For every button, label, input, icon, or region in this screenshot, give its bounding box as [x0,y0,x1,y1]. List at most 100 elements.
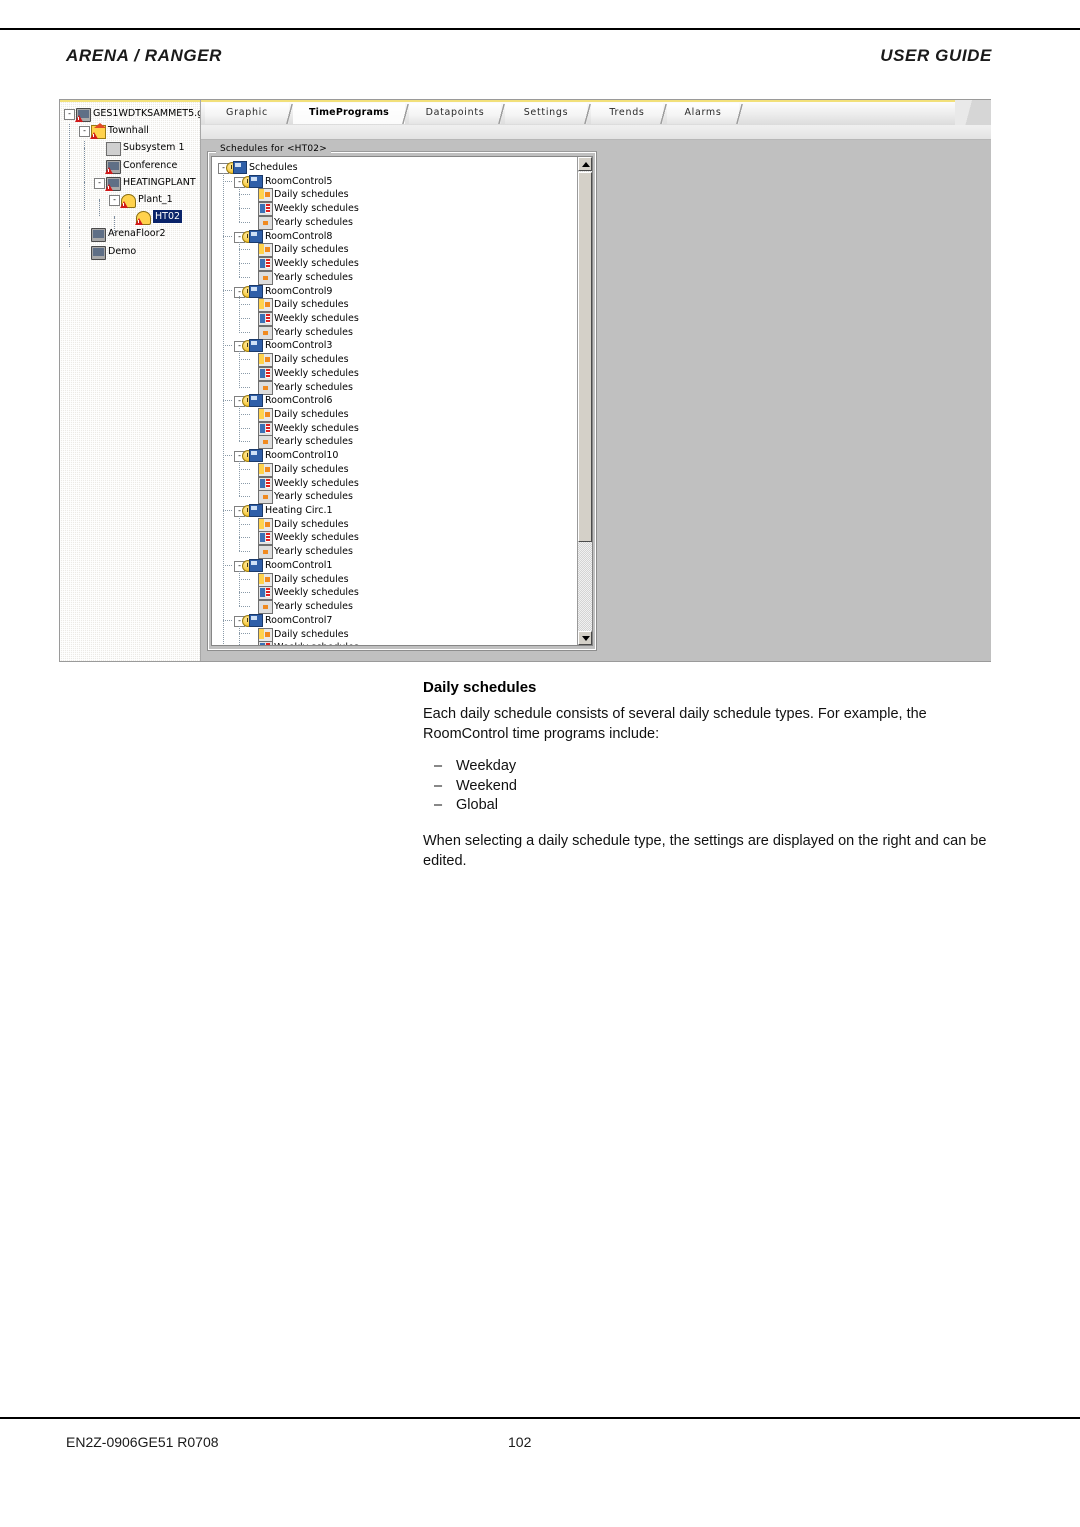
schedule-tree-item-label: Weekly schedules [274,312,359,324]
tree-connector-line [239,208,250,210]
list-item-label: Weekend [456,777,517,794]
tree-connector-line [223,290,232,292]
tree-connector-line [239,625,240,645]
weekly-schedule-icon [258,366,273,381]
tree-connector-line [239,516,240,552]
clock-folder-icon [249,449,263,463]
weekly-schedule-icon [258,311,273,326]
schedule-tree-item-label: Weekly schedules [274,203,359,215]
schedule-tree-item-label: Daily schedules [274,463,349,475]
schedule-tree-item-label: Weekly schedules [274,258,359,269]
schedule-tree-item-label: Daily schedules [274,244,349,256]
tree-connector-line [239,351,240,387]
tree-connector-line [223,180,232,182]
weekly-schedule-icon [258,202,273,217]
tree-connector-line [239,406,240,442]
clock-folder-icon [249,229,263,243]
tab-graphic[interactable]: Graphic [205,103,289,124]
tree-expander-icon[interactable]: - [109,195,120,206]
yearly-schedule-icon [258,490,273,505]
schedules-tree[interactable]: - Schedules - RoomControl5 Daily schedules We… [212,157,574,645]
scroll-down-button[interactable] [578,631,592,645]
daily-schedule-icon [258,243,273,258]
plant-warning-icon [120,193,136,208]
nav-tree-item-label: Conference [123,159,178,171]
schedule-tree-item-label: Yearly schedules [274,491,353,503]
tree-connector-line [223,564,232,566]
monitor-warning-icon [105,176,121,191]
tree-expander-icon[interactable]: - [94,177,105,189]
tab-label: Graphic [226,107,268,118]
tree-connector-line [114,216,115,234]
tree-connector-line [239,592,250,594]
weekly-schedule-icon [258,531,273,546]
navigation-pane[interactable]: - GES1WDTKSAMMET5.glc - Townhall Subsystem 1… [60,100,201,661]
list-item-label: Weekday [456,758,517,774]
schedule-tree-item-label: Yearly schedules [274,601,353,612]
tree-connector-line [114,217,122,218]
tree-connector-line [239,427,250,429]
schedule-tree-item-label: Daily schedules [274,299,349,311]
schedule-tree-item-label: Daily schedules [274,573,349,585]
tree-connector-line [69,227,77,228]
warning-badge-icon [90,132,98,140]
monitor-icon [91,245,106,260]
footer-rule [0,1417,1080,1419]
header-rule [0,28,1080,30]
tree-connector-line [239,551,250,553]
tree-connector-line [239,249,250,251]
tab-datapoints[interactable]: Datapoints [409,103,501,124]
nav-tree-item-label: Demo [108,245,137,257]
schedule-tree-item-label: Yearly schedules [274,436,353,448]
tree-connector-line [239,304,250,306]
tree-expander-icon[interactable]: - [79,126,90,138]
clock-folder-icon [249,504,263,517]
daily-schedule-icon [258,517,273,532]
scroll-down-arrow-icon [582,636,590,641]
schedule-tree-item-label: Daily schedules [274,354,349,366]
daily-schedule-icon [258,572,273,587]
tabstrip-accent-top [201,100,991,102]
tab-alarms[interactable]: Alarms [667,103,739,124]
schedule-tree-item-label: Weekly schedules [274,641,359,645]
weekly-schedule-icon [258,586,273,601]
tab-settings[interactable]: Settings [505,103,587,124]
clock-folder-icon [249,613,263,627]
tree-connector-line [84,165,92,166]
tab-strip[interactable]: Graphic TimePrograms Datapoints Settings Tre… [201,100,991,126]
tab-label: Datapoints [425,107,485,118]
scrollbar-thumb[interactable] [578,172,592,542]
clock-folder-icon [249,174,263,188]
yearly-schedule-icon [258,325,273,340]
yearly-schedule-icon [258,435,273,450]
tabstrip-end-cap [955,100,991,125]
schedule-tree-item-label: RoomControl6 [265,395,333,407]
application-screenshot: - GES1WDTKSAMMET5.glc - Townhall Subsystem 1… [59,99,991,662]
tree-connector-line [239,413,250,415]
nav-tree-item-label: HEATINGPLANT [123,176,196,188]
monitor-warning-icon [75,107,91,122]
warning-badge-icon [75,115,83,122]
schedule-tree-item-label: Yearly schedules [274,271,353,283]
schedule-tree-item-label: Yearly schedules [274,326,353,338]
schedule-tree-item-label: Weekly schedules [274,367,359,379]
scroll-up-button[interactable] [578,157,592,171]
tree-connector-line [99,199,100,217]
list-item: – Global [434,796,517,816]
daily-schedule-icon [258,408,273,422]
tree-connector-line [239,263,250,265]
schedules-tree-container[interactable]: - Schedules - RoomControl5 Daily schedules We… [211,156,593,646]
schedule-tree-item-label: RoomControl8 [265,230,333,242]
daily-schedule-icon [258,188,273,203]
warning-badge-icon [135,218,143,226]
tree-vertical-scrollbar[interactable] [577,157,592,645]
tree-connector-line [239,221,250,223]
yearly-schedule-icon [258,215,273,230]
tree-connector-line [223,455,232,457]
tab-trends[interactable]: Trends [591,103,663,124]
tab-timeprograms[interactable]: TimePrograms [293,103,405,124]
tree-connector-line [239,537,250,539]
tree-expander-icon[interactable]: - [64,109,75,120]
tree-connector-line [223,619,232,621]
tree-connector-line [239,570,240,607]
